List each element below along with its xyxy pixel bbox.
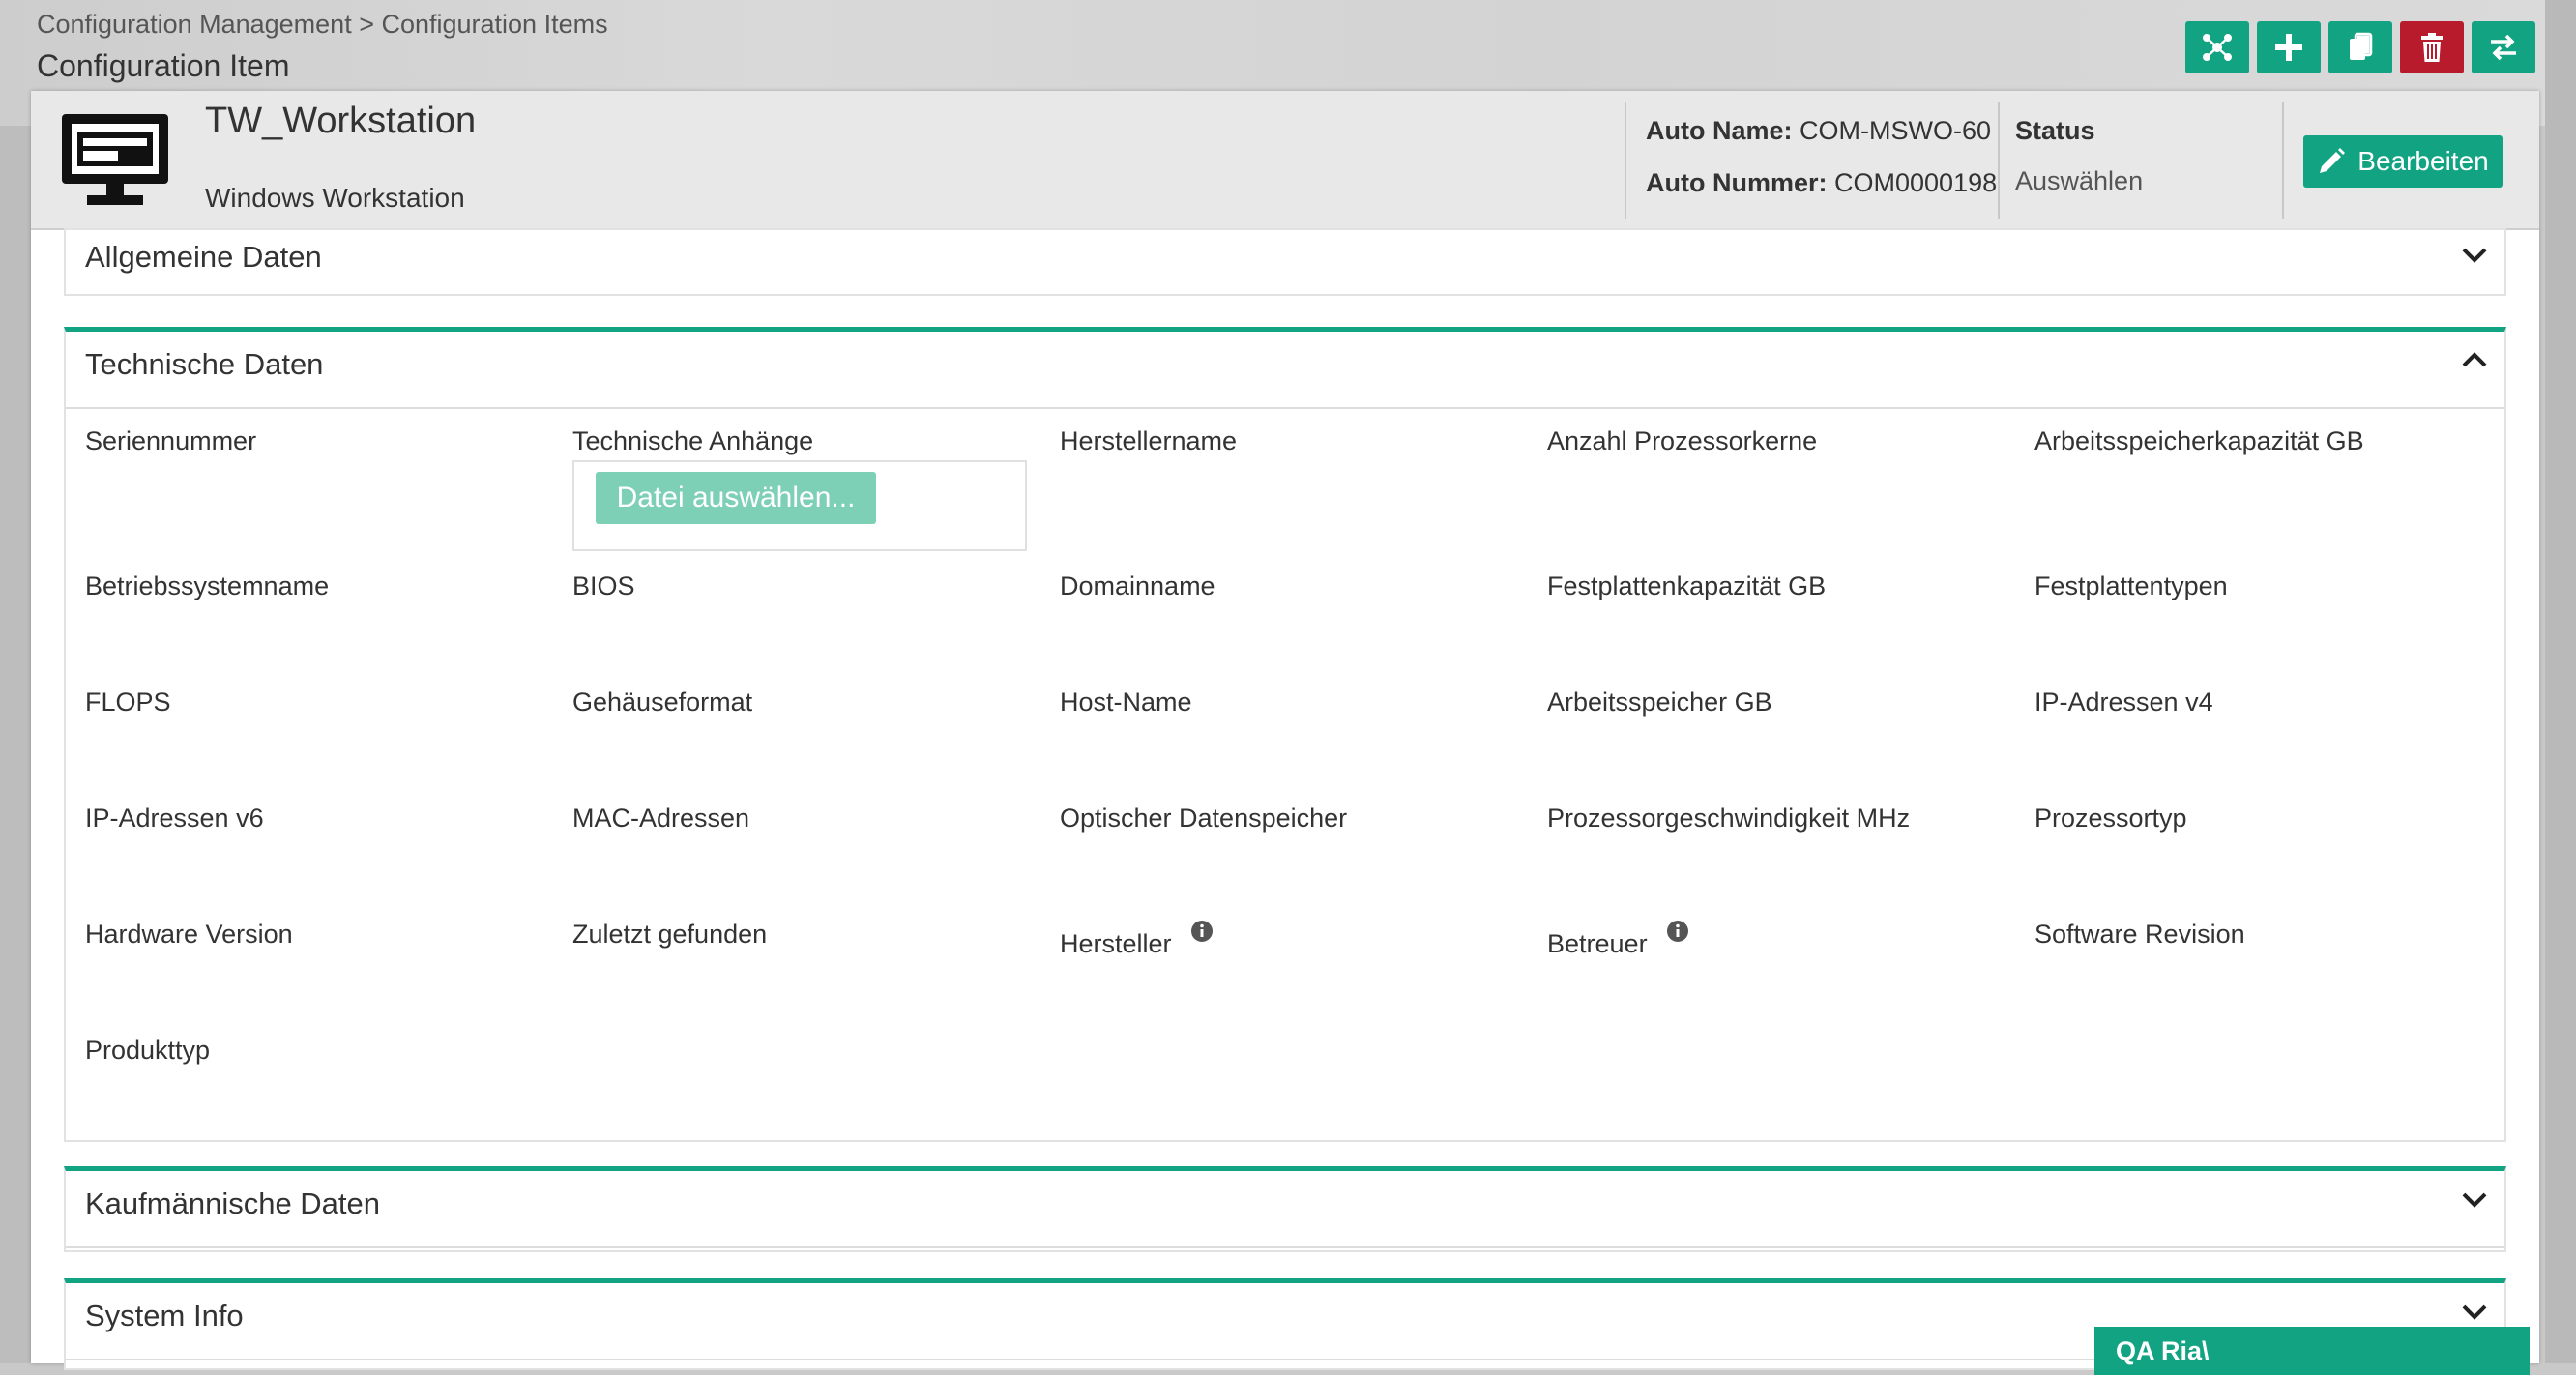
- field-flops: FLOPS: [85, 688, 171, 717]
- field-ip-adressen-v4: IP-Adressen v4: [2034, 688, 2213, 717]
- field-technische-anhaenge: Technische Anhänge: [572, 426, 814, 455]
- chevron-up-icon[interactable]: [2458, 343, 2491, 376]
- toolbar: [2185, 21, 2535, 73]
- auto-name-label: Auto Name:: [1646, 116, 1793, 145]
- field-software-revision: Software Revision: [2034, 920, 2245, 949]
- section-commercial-header[interactable]: Kaufmännische Daten: [66, 1171, 2504, 1248]
- field-hardware-version: Hardware Version: [85, 920, 293, 949]
- auto-name-value: COM-MSWO-60: [1800, 116, 1992, 145]
- switch-button[interactable]: [2472, 21, 2535, 73]
- field-host-name: Host-Name: [1060, 688, 1192, 717]
- field-bios: BIOS: [572, 571, 635, 600]
- copy-icon: [2350, 32, 2373, 60]
- field-prozessorgeschwindigkeit: Prozessorgeschwindigkeit MHz: [1547, 804, 1911, 833]
- chevron-down-icon[interactable]: [2458, 238, 2491, 271]
- status-select[interactable]: Auswählen: [2015, 166, 2143, 196]
- edit-button-label: Bearbeiten: [2357, 146, 2489, 176]
- info-icon[interactable]: [1190, 920, 1214, 943]
- auto-number-value: COM0000198: [1834, 168, 1998, 197]
- ci-panel: TW_Workstation Windows Workstation Auto …: [31, 91, 2539, 1370]
- trash-icon: [2421, 33, 2443, 62]
- field-arbeitsspeicher: Arbeitsspeicher GB: [1547, 688, 1772, 717]
- auto-number-label: Auto Nummer:: [1646, 168, 1828, 197]
- field-seriennummer: Seriennummer: [85, 426, 257, 455]
- section-system-title: System Info: [85, 1299, 244, 1332]
- chevron-down-icon[interactable]: [2458, 1295, 2491, 1328]
- swap-icon: [2491, 34, 2516, 61]
- field-hersteller: Hersteller: [1060, 920, 1214, 959]
- field-festplattenkapazitaet: Festplattenkapazität GB: [1547, 571, 1827, 600]
- field-betriebssystemname: Betriebssystemname: [85, 571, 330, 600]
- divider: [2282, 102, 2284, 219]
- section-technical-header[interactable]: Technische Daten: [66, 332, 2504, 409]
- divider: [1625, 102, 1626, 219]
- field-herstellername: Herstellername: [1060, 426, 1238, 455]
- right-background-strip: [2545, 0, 2576, 1363]
- field-anzahl-prozessorkerne: Anzahl Prozessorkerne: [1547, 426, 1818, 455]
- ci-type: Windows Workstation: [205, 183, 465, 213]
- section-commercial-title: Kaufmännische Daten: [85, 1186, 381, 1220]
- info-icon[interactable]: [1666, 920, 1689, 943]
- field-betreuer-label: Betreuer: [1547, 929, 1648, 958]
- section-general-header[interactable]: Allgemeine Daten: [66, 230, 2504, 294]
- delete-button[interactable]: [2400, 21, 2464, 73]
- monitor-icon: [62, 114, 168, 205]
- field-ip-adressen-v6: IP-Adressen v6: [85, 804, 264, 833]
- divider: [1998, 102, 2000, 219]
- add-button[interactable]: [2257, 21, 2321, 73]
- relations-button[interactable]: [2185, 21, 2249, 73]
- section-technical: Technische Daten Seriennummer Technische…: [64, 327, 2506, 1142]
- auto-name: Auto Name: COM-MSWO-60: [1646, 116, 1991, 146]
- field-festplattentypen: Festplattentypen: [2034, 571, 2228, 600]
- chevron-down-icon[interactable]: [2458, 1183, 2491, 1215]
- field-prozessortyp: Prozessortyp: [2034, 804, 2187, 833]
- section-technical-title: Technische Daten: [85, 347, 324, 381]
- file-select-button[interactable]: Datei auswählen...: [596, 472, 876, 524]
- user-badge[interactable]: QA Ria\: [2094, 1327, 2530, 1375]
- field-produkttyp: Produkttyp: [85, 1036, 211, 1065]
- copy-button[interactable]: [2328, 21, 2392, 73]
- edit-button[interactable]: Bearbeiten: [2303, 135, 2503, 188]
- field-mac-adressen: MAC-Adressen: [572, 804, 750, 833]
- left-background-strip: [0, 126, 31, 1363]
- breadcrumb[interactable]: Configuration Management > Configuration…: [37, 10, 608, 40]
- field-domainname: Domainname: [1060, 571, 1215, 600]
- field-zuletzt-gefunden: Zuletzt gefunden: [572, 920, 768, 949]
- auto-number: Auto Nummer: COM0000198: [1646, 168, 1997, 198]
- section-general: Allgemeine Daten: [64, 228, 2506, 296]
- page-title: Configuration Item: [37, 48, 290, 83]
- ci-name: TW_Workstation: [205, 101, 477, 141]
- field-betreuer: Betreuer: [1547, 920, 1689, 959]
- field-hersteller-label: Hersteller: [1060, 929, 1172, 958]
- pencil-icon: [2320, 148, 2346, 173]
- ci-header: TW_Workstation Windows Workstation Auto …: [31, 91, 2539, 230]
- plus-icon: [2275, 34, 2302, 61]
- field-arbeitsspeicherkapazitaet: Arbeitsspeicherkapazität GB: [2034, 426, 2364, 455]
- field-optischer-datenspeicher: Optischer Datenspeicher: [1060, 804, 1348, 833]
- attachment-dropzone[interactable]: Datei auswählen...: [572, 460, 1027, 551]
- status-label: Status: [2015, 116, 2095, 145]
- section-commercial: Kaufmännische Daten: [64, 1166, 2506, 1252]
- section-general-title: Allgemeine Daten: [85, 240, 322, 274]
- field-gehaeuseformat: Gehäuseformat: [572, 688, 753, 717]
- network-icon: [2203, 34, 2232, 61]
